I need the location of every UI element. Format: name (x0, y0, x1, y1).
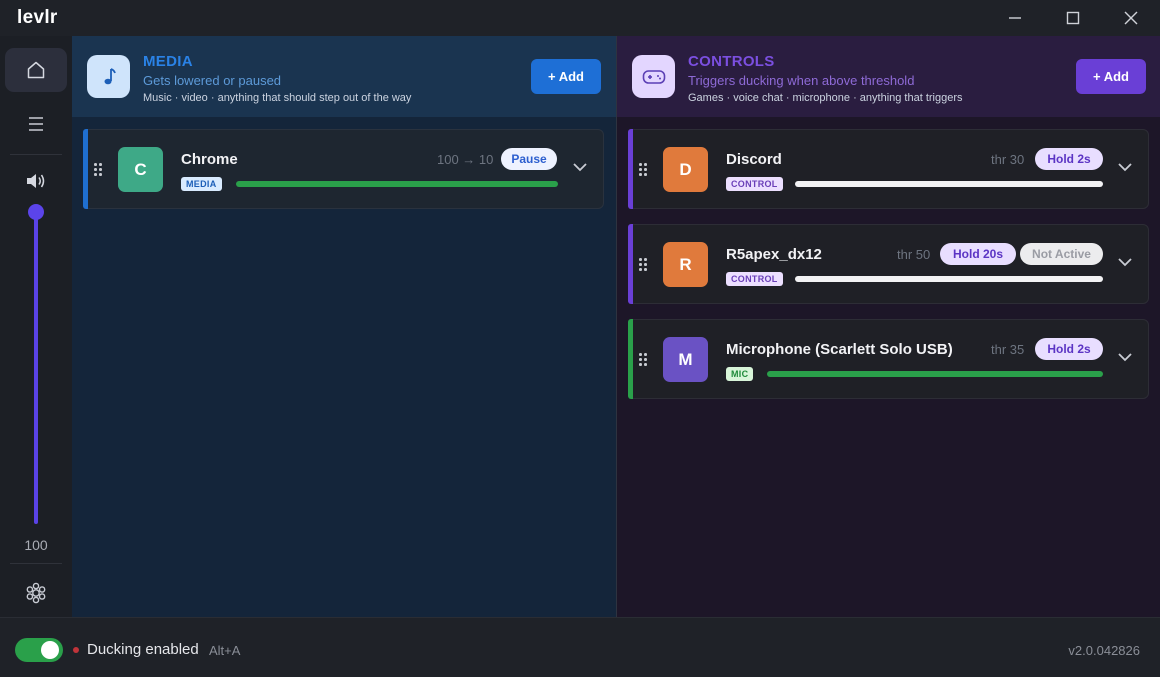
chevron-down-icon[interactable] (1117, 161, 1133, 173)
hold-badge[interactable]: Hold 20s (940, 243, 1016, 265)
close-button[interactable] (1102, 0, 1160, 36)
maximize-button[interactable] (1044, 0, 1102, 36)
control-item-r5apex[interactable]: R R5apex_dx12 thr 50 Hold 20s Not Active… (628, 224, 1149, 304)
controls-panel-title: CONTROLS (688, 53, 775, 70)
mic-tag: MIC (726, 367, 754, 381)
media-panel: MEDIA Gets lowered or paused Music · vid… (72, 36, 616, 617)
avatar: R (663, 242, 708, 287)
control-item-microphone[interactable]: M Microphone (Scarlett Solo USB) thr 35 … (628, 319, 1149, 399)
menu-icon (29, 117, 43, 131)
media-panel-subtitle: Gets lowered or paused (143, 73, 282, 88)
card-accent (628, 319, 633, 399)
media-panel-description: Music · video · anything that should ste… (143, 92, 412, 104)
item-name: Microphone (Scarlett Solo USB) (726, 341, 953, 358)
drag-handle-icon[interactable] (94, 163, 104, 177)
maximize-icon (1066, 11, 1080, 25)
add-media-button[interactable]: + Add (531, 59, 601, 94)
app-title: levlr (17, 7, 58, 28)
gear-icon (26, 582, 46, 604)
level-bar (795, 181, 1103, 187)
volume-icon (22, 170, 50, 192)
threshold-value: thr 50 (897, 247, 931, 262)
settings-button[interactable] (22, 579, 50, 607)
card-accent (83, 129, 88, 209)
toggle-knob (41, 641, 59, 659)
level-bar (795, 276, 1103, 282)
not-active-badge: Not Active (1020, 243, 1103, 265)
menu-nav-button[interactable] (5, 102, 67, 146)
control-item-discord[interactable]: D Discord thr 30 Hold 2s CONTROL (628, 129, 1149, 209)
drag-handle-icon[interactable] (639, 163, 649, 177)
threshold-value: thr 35 (991, 342, 1025, 357)
close-icon (1124, 11, 1138, 25)
media-item-chrome[interactable]: C Chrome 100 → 10 Pause MEDIA (83, 129, 604, 209)
home-nav-button[interactable] (5, 48, 67, 92)
drag-handle-icon[interactable] (639, 258, 649, 272)
chevron-down-icon[interactable] (1117, 351, 1133, 363)
avatar: M (663, 337, 708, 382)
sidebar: 100 (0, 36, 72, 617)
minimize-button[interactable] (986, 0, 1044, 36)
card-accent (628, 224, 633, 304)
avatar: D (663, 147, 708, 192)
chevron-down-icon[interactable] (1117, 256, 1133, 268)
item-name: Discord (726, 151, 782, 168)
control-tag: CONTROL (726, 177, 783, 191)
version-label: v2.0.042826 (1068, 643, 1140, 658)
ducking-toggle[interactable] (15, 638, 63, 662)
level-bar (236, 181, 558, 187)
controls-panel: CONTROLS Triggers ducking when above thr… (617, 36, 1160, 617)
chevron-down-icon[interactable] (572, 161, 588, 173)
level-bar (767, 371, 1103, 377)
media-panel-title: MEDIA (143, 53, 193, 70)
hold-badge[interactable]: Hold 2s (1035, 148, 1103, 170)
sidebar-divider (10, 563, 62, 564)
gamepad-icon (632, 55, 675, 98)
ducking-range: 100 → 10 (437, 152, 494, 167)
hold-badge[interactable]: Hold 2s (1035, 338, 1103, 360)
card-accent (628, 129, 633, 209)
pause-action-badge[interactable]: Pause (501, 148, 557, 170)
sidebar-divider (10, 154, 62, 155)
threshold-value: thr 30 (991, 152, 1025, 167)
shortcut-hint: Alt+A (209, 643, 241, 658)
home-icon (27, 61, 45, 79)
drag-handle-icon[interactable] (639, 353, 649, 367)
controls-panel-header: CONTROLS Triggers ducking when above thr… (617, 36, 1160, 117)
music-note-icon (87, 55, 130, 98)
title-bar: levlr (0, 0, 1160, 36)
item-name: Chrome (181, 151, 238, 168)
minimize-icon (1009, 17, 1021, 19)
volume-slider-thumb[interactable] (28, 204, 44, 220)
status-dot (73, 647, 79, 653)
avatar: C (118, 147, 163, 192)
ducking-status-label: Ducking enabled (87, 641, 199, 658)
add-control-button[interactable]: + Add (1076, 59, 1146, 94)
controls-panel-subtitle: Triggers ducking when above threshold (688, 73, 915, 88)
media-tag: MEDIA (181, 177, 222, 191)
status-bar: Ducking enabled Alt+A v2.0.042826 (0, 617, 1160, 677)
controls-panel-description: Games · voice chat · microphone · anythi… (688, 92, 963, 104)
volume-value: 100 (24, 537, 48, 553)
volume-slider-track[interactable] (34, 210, 38, 524)
control-tag: CONTROL (726, 272, 783, 286)
item-name: R5apex_dx12 (726, 246, 822, 263)
window-controls (986, 0, 1160, 36)
media-panel-header: MEDIA Gets lowered or paused Music · vid… (72, 36, 616, 117)
